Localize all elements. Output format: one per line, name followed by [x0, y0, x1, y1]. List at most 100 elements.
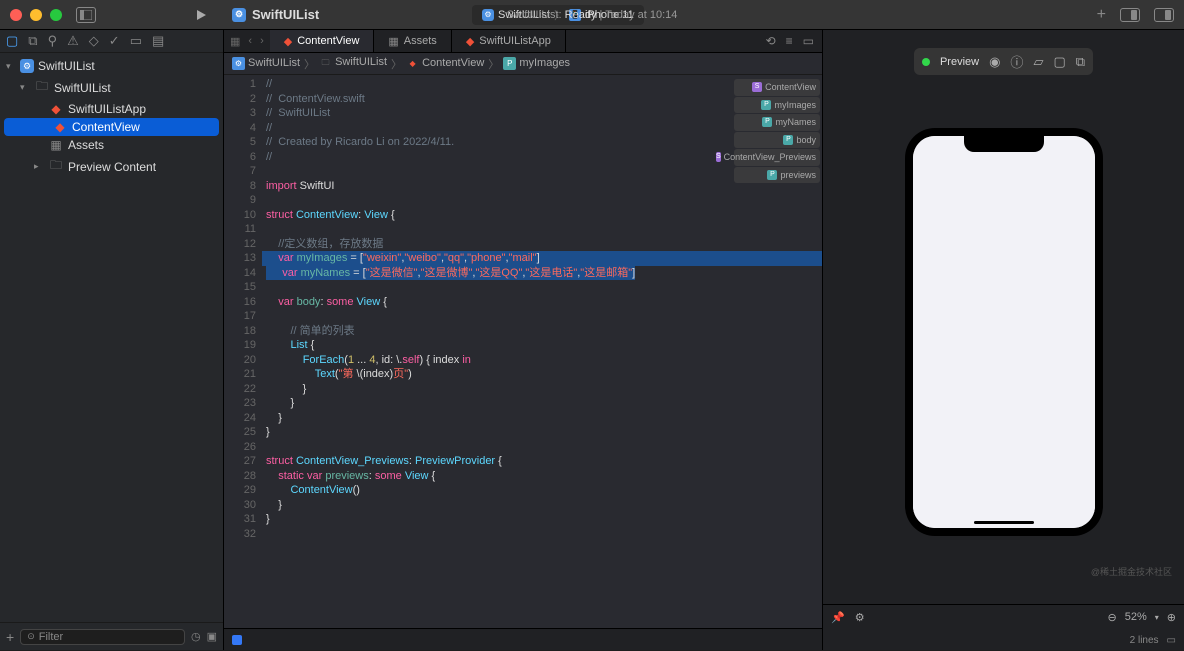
minimap-badge[interactable]: Pbody — [734, 132, 820, 149]
code-line[interactable]: } — [262, 498, 822, 513]
tab-label: SwiftUIListApp — [479, 35, 551, 47]
settings-icon[interactable]: ⚙ — [855, 611, 865, 624]
code-line[interactable]: } — [262, 425, 822, 440]
canvas-area[interactable]: Preview ◉ ⓘ ▱ ▢ ⧉ 第 1页第 2页第 3页第 4页 @稀土掘金… — [823, 30, 1184, 604]
tree-label: Assets — [68, 138, 104, 152]
code-line[interactable] — [262, 527, 822, 542]
code-line[interactable]: } — [262, 411, 822, 426]
code-line[interactable] — [262, 222, 822, 237]
project-name-label: SwiftUIList — [252, 7, 319, 22]
code-line[interactable]: var myImages = ["weixin","weibo","qq","p… — [262, 251, 822, 266]
code-editor[interactable]: 1234567891011121314151617181920212223242… — [224, 75, 822, 628]
library-button[interactable] — [1120, 8, 1140, 22]
nav-source-icon[interactable]: ⧉ — [28, 33, 37, 49]
zoom-out-icon[interactable]: ⊖ — [1108, 611, 1117, 624]
minimap[interactable]: SContentViewPmyImagesPmyNamesPbodySConte… — [732, 75, 822, 188]
nav-back-icon[interactable]: ‹ — [248, 35, 252, 48]
footer-panel-icon[interactable]: ▭ — [1167, 635, 1176, 646]
zoom-chevron-icon[interactable]: ▾ — [1155, 613, 1159, 622]
code-line[interactable]: Text("第 \(index)页") — [262, 367, 822, 382]
breadcrumb[interactable]: ⚙ SwiftUIList〉🗀 SwiftUIList〉◆ ContentVie… — [224, 53, 822, 75]
code-line[interactable]: } — [262, 512, 822, 527]
editor-split-icon[interactable]: ▭ — [803, 34, 814, 48]
breadcrumb-item[interactable]: ⚙ SwiftUIList — [232, 57, 300, 70]
scm-icon[interactable]: ▣ — [207, 630, 217, 643]
nav-break-icon[interactable]: ▤ — [152, 33, 164, 49]
swift-icon: ◆ — [284, 35, 292, 48]
recent-icon[interactable]: ◷ — [191, 630, 201, 643]
pv-device-icon[interactable]: ▱ — [1033, 54, 1043, 70]
symbol-kind-icon: P — [761, 100, 771, 110]
breadcrumb-item[interactable]: P myImages — [503, 57, 570, 70]
breadcrumb-item[interactable]: ◆ ContentView — [406, 57, 484, 70]
code-line[interactable]: var body: some View { — [262, 295, 822, 310]
code-line[interactable] — [262, 440, 822, 455]
add-file-button[interactable]: + — [6, 629, 14, 645]
code-line[interactable]: } — [262, 382, 822, 397]
code-line[interactable]: List { — [262, 338, 822, 353]
minimap-badge[interactable]: SContentView — [734, 79, 820, 96]
code-line[interactable]: struct ContentView_Previews: PreviewProv… — [262, 454, 822, 469]
tree-item-swiftuilistapp[interactable]: ◆SwiftUIListApp — [0, 100, 223, 118]
minimap-badge[interactable]: PmyImages — [734, 97, 820, 114]
nav-test-icon[interactable]: ✓ — [109, 33, 120, 49]
filter-field[interactable]: ⊙ Filter — [20, 629, 185, 645]
code-line[interactable]: var myNames = ["这是微信","这是微博","这是QQ","这是电… — [262, 266, 822, 281]
code-line[interactable]: //定义数组，存放数据 — [262, 237, 822, 252]
tree-item-swiftuilist[interactable]: ▾🗀SwiftUIList — [0, 75, 223, 100]
symbol-label: ContentView — [765, 80, 816, 95]
code-line[interactable] — [262, 309, 822, 324]
debug-indicator[interactable] — [232, 635, 242, 645]
pin-icon[interactable]: 📌 — [831, 611, 845, 624]
symbol-kind-icon: S — [716, 152, 721, 162]
symbol-label: ContentView_Previews — [724, 150, 816, 165]
pv-inspect-icon[interactable]: ⓘ — [1010, 52, 1023, 71]
nav-issue-icon[interactable]: ◇ — [89, 33, 99, 49]
close-window[interactable] — [10, 9, 22, 21]
tab-contentview[interactable]: ◆ContentView — [270, 30, 375, 52]
symbol-label: previews — [780, 168, 816, 183]
minimap-badge[interactable]: Ppreviews — [734, 167, 820, 184]
zoom-in-icon[interactable]: ⊕ — [1167, 611, 1176, 624]
nav-symbol-icon[interactable]: ⚲ — [48, 33, 58, 49]
minimize-window[interactable] — [30, 9, 42, 21]
pv-on-device-icon[interactable]: ▢ — [1053, 54, 1065, 70]
navigator-toolbar: ▢ ⧉ ⚲ ⚠ ◇ ✓ ▭ ▤ — [0, 30, 223, 53]
code-line[interactable]: struct ContentView: View { — [262, 208, 822, 223]
tree-item-preview-content[interactable]: ▸🗀Preview Content — [0, 154, 223, 179]
code-line[interactable]: // 简单的列表 — [262, 324, 822, 339]
nav-fwd-icon[interactable]: › — [260, 35, 264, 48]
swift-icon: ◆ — [48, 102, 64, 116]
nav-project-icon[interactable]: ▢ — [6, 33, 18, 49]
nav-debug-icon[interactable]: ▭ — [130, 33, 142, 49]
tree-item-assets[interactable]: ▦Assets — [0, 136, 223, 154]
right-panel-toggle[interactable] — [1154, 8, 1174, 22]
tree-label: SwiftUIList — [38, 59, 95, 73]
nav-related-icon[interactable]: ▦ — [230, 35, 240, 48]
code-line[interactable]: ContentView() — [262, 483, 822, 498]
code-line[interactable] — [262, 193, 822, 208]
add-button[interactable]: + — [1097, 6, 1106, 24]
pv-duplicate-icon[interactable]: ⧉ — [1076, 54, 1085, 70]
editor-options-icon[interactable]: ⟲ — [766, 34, 776, 48]
code-line[interactable]: static var previews: some View { — [262, 469, 822, 484]
code-line[interactable]: } — [262, 396, 822, 411]
tree-item-contentview[interactable]: ◆ContentView — [4, 118, 219, 136]
tab-assets[interactable]: ▦Assets — [374, 30, 451, 52]
code-line[interactable]: ForEach(1 ... 4, id: \.self) { index in — [262, 353, 822, 368]
editor-adjust-icon[interactable]: ≡ — [786, 34, 793, 48]
status-text: SwiftUIList: Ready | Today at 10:14 — [507, 9, 678, 21]
pv-refresh-icon[interactable]: ◉ — [989, 54, 1000, 70]
tab-swiftuilistapp[interactable]: ◆SwiftUIListApp — [452, 30, 566, 52]
zoom-level[interactable]: 52% — [1125, 611, 1147, 623]
nav-find-icon[interactable]: ⚠ — [67, 33, 79, 49]
code-line[interactable] — [262, 280, 822, 295]
breadcrumb-item[interactable]: 🗀 SwiftUIList — [319, 56, 387, 71]
breadcrumb-sep: 〉 — [304, 56, 315, 72]
minimap-badge[interactable]: PmyNames — [734, 114, 820, 131]
zoom-window[interactable] — [50, 9, 62, 21]
run-button[interactable] — [194, 8, 208, 22]
left-panel-toggle[interactable] — [76, 7, 96, 23]
tree-item-swiftuilist[interactable]: ▾⚙SwiftUIList — [0, 57, 223, 75]
minimap-badge[interactable]: SContentView_Previews — [734, 149, 820, 166]
